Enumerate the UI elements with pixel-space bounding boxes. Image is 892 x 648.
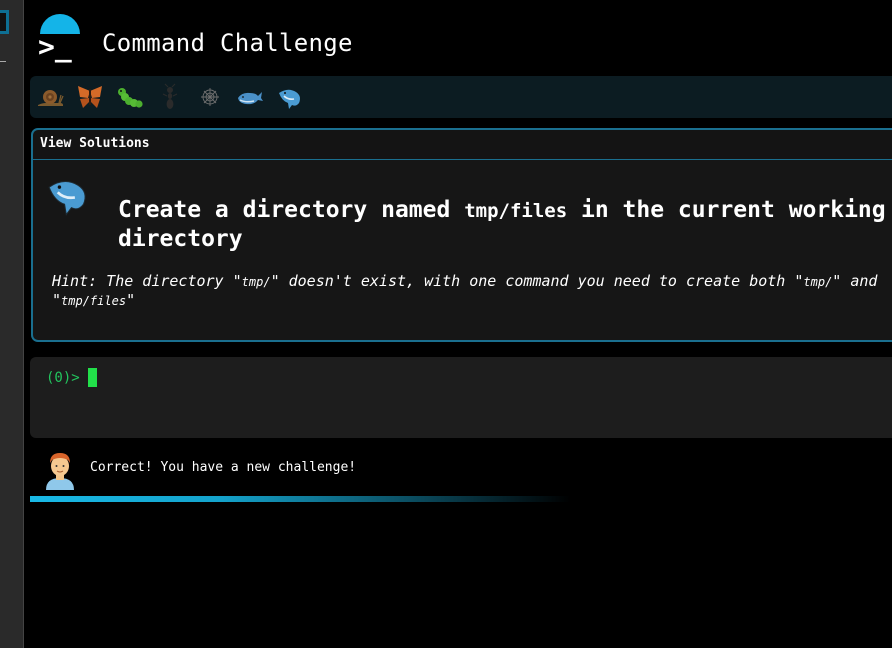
challenge-panel: View Solutions Create a directory named … — [31, 128, 892, 342]
snail-icon[interactable] — [36, 83, 64, 111]
browser-tab-icon — [0, 13, 6, 31]
hint-label: Hint: — [52, 272, 98, 290]
challenge-task: Create a directory named tmp/files in th… — [118, 196, 892, 254]
view-solutions-link[interactable]: View Solutions — [40, 136, 150, 151]
terminal-prompt: (0)> — [46, 370, 80, 386]
butterfly-icon[interactable] — [76, 83, 104, 111]
app-container: >_ Command Challenge View Solutions Crea… — [30, 0, 892, 648]
caterpillar-icon[interactable] — [116, 83, 144, 111]
progress-bar — [30, 496, 570, 502]
page-title: Command Challenge — [102, 29, 353, 57]
terminal-input[interactable]: (0)> — [30, 357, 892, 438]
divider — [0, 61, 6, 62]
ant-icon[interactable] — [156, 83, 184, 111]
panel-header — [33, 130, 892, 160]
hint-code: tmp/files — [61, 294, 127, 308]
spouting-whale-icon — [48, 181, 86, 216]
terminal-logo-icon[interactable]: >_ — [36, 14, 84, 62]
spouting-whale-icon[interactable] — [276, 83, 304, 111]
task-text: Create a directory named — [118, 197, 465, 223]
hint-text: " doesn't exist, with one command you ne… — [270, 272, 804, 290]
spider-web-icon[interactable] — [196, 83, 224, 111]
hint-code: tmp/ — [803, 275, 833, 289]
header: >_ Command Challenge — [30, 0, 892, 70]
browser-sidebar — [0, 0, 24, 648]
user-avatar-icon — [46, 453, 74, 490]
hint-text: The directory " — [97, 272, 242, 290]
level-icon-bar — [30, 76, 892, 118]
terminal-cursor — [88, 368, 97, 387]
task-code: tmp/files — [464, 200, 568, 222]
challenge-hint: Hint: The directory "tmp/" doesn't exist… — [52, 272, 882, 310]
whale-icon[interactable] — [236, 83, 264, 111]
status-message: Correct! You have a new challenge! — [90, 460, 357, 475]
hint-text: " — [126, 291, 136, 309]
hint-code: tmp/ — [241, 275, 271, 289]
